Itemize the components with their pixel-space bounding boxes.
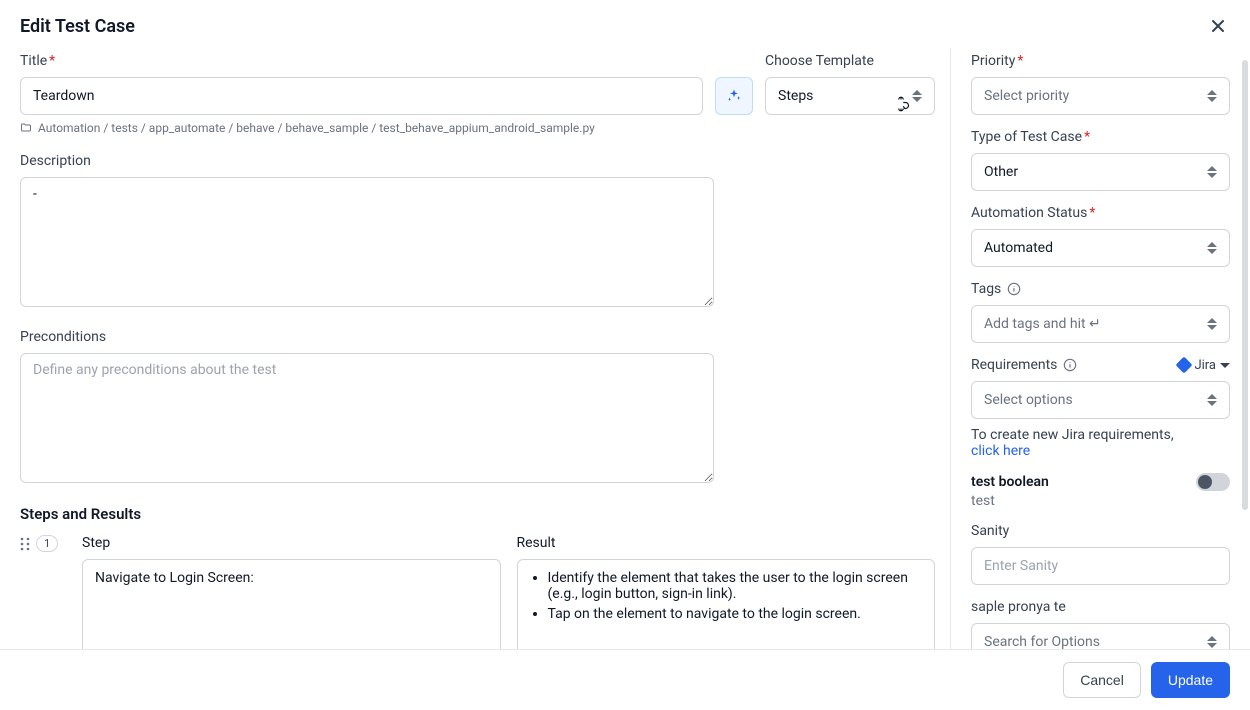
tags-field-group: Tags Add tags and hit ↵ [971,281,1230,343]
close-icon [1210,18,1226,34]
ai-generate-button[interactable] [715,77,753,115]
boolean-label: test boolean [971,474,1049,490]
result-column-label: Result [517,535,936,551]
chevrons-icon [1207,166,1217,178]
result-text[interactable]: Identify the element that takes the user… [517,559,936,649]
dialog-footer: Cancel Update [0,649,1250,710]
jira-dropdown[interactable]: Jira [1178,358,1230,373]
dialog-title: Edit Test Case [20,16,135,37]
sanity-field-group: Sanity [971,523,1230,585]
title-input-row [20,77,753,115]
description-field-group: Description - [20,153,935,311]
info-icon [1063,358,1077,372]
right-scrollbar[interactable] [1242,60,1248,510]
boolean-toggle[interactable] [1196,473,1230,491]
chevrons-icon [1207,90,1217,102]
chevron-down-icon [1220,362,1230,368]
steps-section-title: Steps and Results [20,505,935,523]
template-field-group: Choose Template Steps [765,53,935,135]
step-handle[interactable]: 1 [20,535,66,552]
folder-icon [20,122,32,134]
result-item: Tap on the element to navigate to the lo… [548,606,923,622]
tags-placeholder: Add tags and hit ↵ [984,316,1101,332]
sanity-label: Sanity [971,523,1230,539]
drag-icon [20,537,30,551]
requirements-placeholder: Select options [984,392,1073,408]
preconditions-label: Preconditions [20,329,935,345]
edit-test-case-dialog: Edit Test Case Title* Automatio [0,0,1250,710]
chevrons-icon [1207,318,1217,330]
template-select[interactable]: Steps [765,77,935,115]
preconditions-field-group: Preconditions [20,329,935,487]
requirements-label: Requirements [971,357,1057,373]
sidebar-pane[interactable]: Priority* Select priority Type of Test C… [950,49,1250,649]
preconditions-textarea[interactable] [20,353,714,483]
step-index-badge: 1 [36,535,58,552]
update-button[interactable]: Update [1151,662,1230,698]
requirements-select[interactable]: Select options [971,381,1230,419]
saple-field-group: saple pronya te Search for Options [971,599,1230,649]
boolean-sub-label: test [971,493,1230,509]
chevrons-icon [1207,394,1217,406]
priority-select[interactable]: Select priority [971,77,1230,115]
required-marker: * [1017,53,1023,69]
automation-select[interactable]: Automated [971,229,1230,267]
breadcrumb: Automation / tests / app_automate / beha… [20,121,753,135]
saple-placeholder: Search for Options [984,634,1100,649]
automation-label: Automation Status* [971,205,1230,221]
chevrons-icon [912,90,922,102]
chevrons-icon [1207,636,1217,648]
title-field-group: Title* Automation / tests / app_automate… [20,53,753,135]
main-form-pane[interactable]: Title* Automation / tests / app_automate… [0,49,950,649]
chevrons-icon [1207,242,1217,254]
priority-label: Priority* [971,53,1230,69]
dialog-header: Edit Test Case [0,0,1250,48]
type-value: Other [984,164,1018,180]
priority-field-group: Priority* Select priority [971,53,1230,115]
automation-field-group: Automation Status* Automated [971,205,1230,267]
jira-icon [1176,357,1193,374]
click-here-link[interactable]: click here [971,443,1030,459]
tags-label: Tags [971,281,1001,297]
info-icon [1007,282,1021,296]
result-column: Result Identify the element that takes t… [517,535,936,649]
required-marker: * [1084,129,1090,145]
saple-select[interactable]: Search for Options [971,623,1230,649]
description-label: Description [20,153,935,169]
close-button[interactable] [1206,14,1230,38]
cancel-button[interactable]: Cancel [1063,662,1141,698]
template-label: Choose Template [765,53,935,69]
boolean-field-group: test boolean test [971,473,1230,509]
tags-input[interactable]: Add tags and hit ↵ [971,305,1230,343]
type-label: Type of Test Case* [971,129,1230,145]
priority-value: Select priority [984,88,1069,104]
title-input[interactable] [20,77,703,115]
dialog-content: Title* Automation / tests / app_automate… [0,48,1250,649]
requirements-field-group: Requirements Jira Select options [971,357,1230,459]
sparkle-icon [726,88,742,104]
required-marker: * [49,53,55,69]
step-row: 1 Step Navigate to Login Screen: Result … [20,535,935,649]
step-columns: Step Navigate to Login Screen: Result Id… [82,535,935,649]
result-item: Identify the element that takes the user… [548,570,923,602]
step-column-label: Step [82,535,501,551]
description-textarea[interactable]: - [20,177,714,307]
automation-value: Automated [984,240,1053,256]
step-column: Step Navigate to Login Screen: [82,535,501,649]
sanity-input[interactable] [971,547,1230,585]
type-field-group: Type of Test Case* Other [971,129,1230,191]
breadcrumb-path: Automation / tests / app_automate / beha… [38,121,595,135]
saple-label: saple pronya te [971,599,1230,615]
step-text[interactable]: Navigate to Login Screen: [82,559,501,649]
title-template-row: Title* Automation / tests / app_automate… [20,53,935,153]
type-select[interactable]: Other [971,153,1230,191]
template-value: Steps [778,88,813,104]
requirements-hint: To create new Jira requirements, click h… [971,427,1230,459]
required-marker: * [1089,205,1095,221]
title-label: Title* [20,53,753,69]
